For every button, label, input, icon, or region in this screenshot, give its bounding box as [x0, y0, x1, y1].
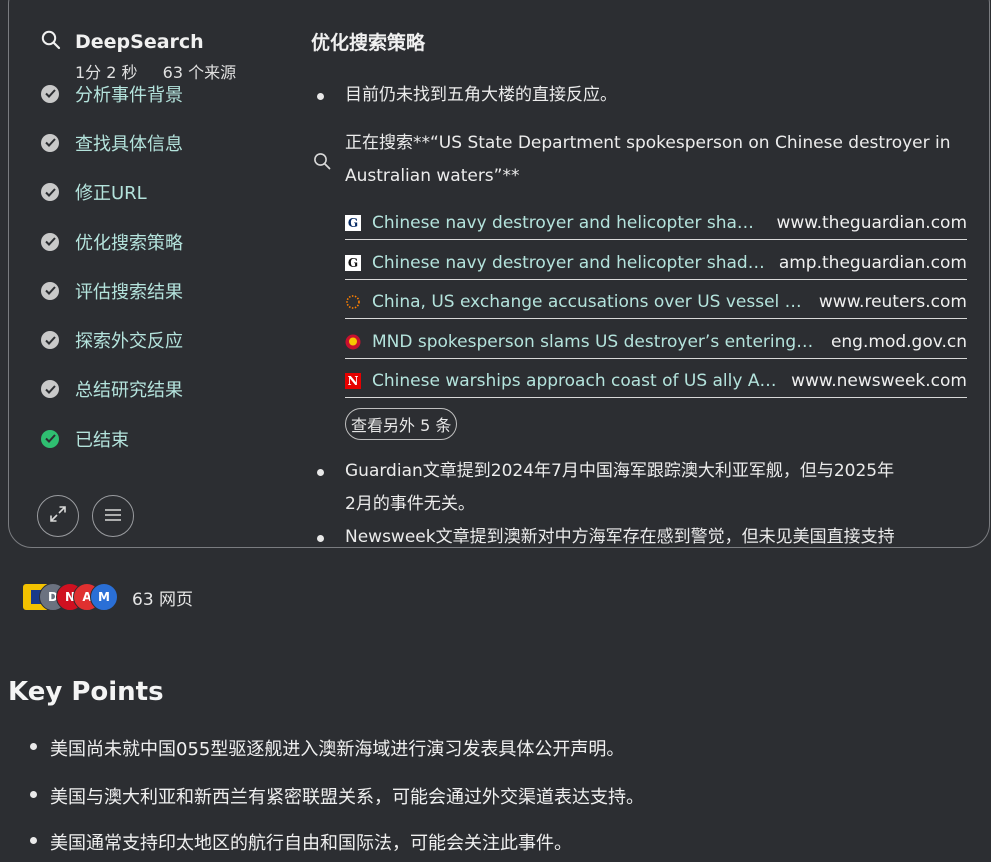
check-icon	[41, 133, 59, 152]
step-label: 探索外交反应	[75, 331, 183, 353]
step-item[interactable]: 探索外交反应	[41, 315, 183, 364]
step-item[interactable]: 评估搜索结果	[41, 266, 183, 315]
search-icon	[313, 152, 331, 174]
searching-query: 正在搜索**“US State Department spokesperson …	[345, 127, 965, 193]
detail-bullet-text: Guardian文章提到2024年7月中国海军跟踪澳大利亚军舰，但与2025年 …	[345, 455, 894, 521]
web-sources-row[interactable]: D N A M 63 网页	[22, 583, 193, 611]
bullet-dot	[30, 743, 37, 750]
check-icon	[41, 331, 59, 350]
bullet-dot	[317, 469, 324, 476]
bullet-dot	[317, 93, 324, 100]
check-icon	[41, 429, 59, 448]
check-icon	[41, 232, 59, 251]
deepsearch-panel: DeepSearch 1分 2 秒 63 个来源 分析事件背景 查找具体信息 修…	[8, 0, 990, 548]
step-item[interactable]: 分析事件背景	[41, 69, 183, 118]
step-label: 已结束	[75, 429, 129, 451]
step-item[interactable]: 查找具体信息	[41, 118, 183, 167]
key-point-item: 美国尚未就中国055型驱逐舰进入澳新海域进行演习发表具体公开声明。	[50, 739, 625, 760]
menu-icon	[104, 507, 122, 526]
check-icon	[41, 281, 59, 300]
source-favicon-icon: M	[90, 583, 118, 611]
source-link[interactable]: China, US exchange accusations over US v…	[345, 286, 967, 319]
step-item-finished[interactable]: 已结束	[41, 414, 183, 463]
source-link[interactable]: N Chinese warships approach coast of US …	[345, 365, 967, 398]
deepsearch-header: DeepSearch	[41, 30, 204, 54]
step-item[interactable]: 优化搜索策略	[41, 217, 183, 266]
guardian-icon: G	[345, 255, 361, 271]
bullet-line: Guardian文章提到2024年7月中国海军跟踪澳大利亚军舰，但与2025年	[345, 461, 895, 481]
source-domain: amp.theguardian.com	[778, 253, 967, 273]
step-label: 总结研究结果	[75, 380, 183, 402]
check-icon	[41, 183, 59, 202]
deepsearch-title: DeepSearch	[75, 31, 204, 53]
step-label: 评估搜索结果	[75, 281, 183, 303]
step-list: 分析事件背景 查找具体信息 修正URL 优化搜索策略 评估搜索结果 探索外交反应…	[41, 84, 183, 463]
source-domain: www.newsweek.com	[791, 371, 967, 391]
detail-title: 优化搜索策略	[311, 32, 426, 54]
check-icon	[41, 84, 59, 103]
step-label: 优化搜索策略	[75, 232, 183, 254]
web-count: 63 网页	[132, 589, 194, 610]
guardian-icon: G	[345, 215, 361, 231]
source-domain: www.reuters.com	[818, 292, 967, 312]
step-label: 修正URL	[75, 183, 147, 205]
newsweek-icon: N	[345, 373, 361, 389]
searching-line: Australian waters”**	[345, 166, 520, 186]
detail-bullet-text: Newsweek文章提到澳新对中方海军存在感到警觉，但未见美国直接支持	[345, 527, 895, 547]
source-title: Chinese warships approach coast of US al…	[372, 371, 778, 391]
step-item[interactable]: 总结研究结果	[41, 365, 183, 414]
bullet-dot	[317, 535, 324, 542]
source-title: Chinese navy destroyer and helicopter sh…	[372, 253, 765, 273]
detail-bullet-text: 目前仍未找到五角大楼的直接反应。	[345, 85, 617, 105]
reuters-icon	[345, 294, 361, 310]
source-domain: eng.mod.gov.cn	[830, 332, 967, 352]
source-title: China, US exchange accusations over US v…	[372, 292, 805, 312]
key-point-item: 美国通常支持印太地区的航行自由和国际法，可能会关注此事件。	[50, 833, 572, 854]
show-more-button[interactable]: 查看另外 5 条	[345, 408, 458, 440]
key-point-item: 美国与澳大利亚和新西兰有紧密联盟关系，可能会通过外交渠道表达支持。	[50, 787, 644, 808]
bullet-line: 2月的事件无关。	[345, 494, 475, 514]
mod-emblem-icon	[345, 334, 361, 350]
expand-button[interactable]	[37, 495, 79, 537]
source-link[interactable]: G Chinese navy destroyer and helicopter …	[345, 247, 967, 280]
bullet-dot	[30, 791, 37, 798]
check-icon	[41, 380, 59, 399]
menu-button[interactable]	[92, 495, 134, 537]
step-label: 查找具体信息	[75, 133, 183, 155]
source-title: MND spokesperson slams US destroyer’s en…	[372, 332, 817, 352]
step-label: 分析事件背景	[75, 84, 183, 106]
step-item[interactable]: 修正URL	[41, 168, 183, 217]
search-icon	[41, 30, 61, 54]
bullet-dot	[30, 837, 37, 844]
expand-icon	[49, 505, 67, 527]
key-points-heading: Key Points	[8, 677, 164, 707]
source-link[interactable]: G Chinese navy destroyer and helicopter …	[345, 207, 967, 240]
source-domain: www.theguardian.com	[776, 213, 967, 233]
searching-line: 正在搜索**“US State Department spokesperson …	[345, 133, 951, 153]
source-link[interactable]: MND spokesperson slams US destroyer’s en…	[345, 326, 967, 359]
source-title: Chinese navy destroyer and helicopter sh…	[372, 213, 763, 233]
